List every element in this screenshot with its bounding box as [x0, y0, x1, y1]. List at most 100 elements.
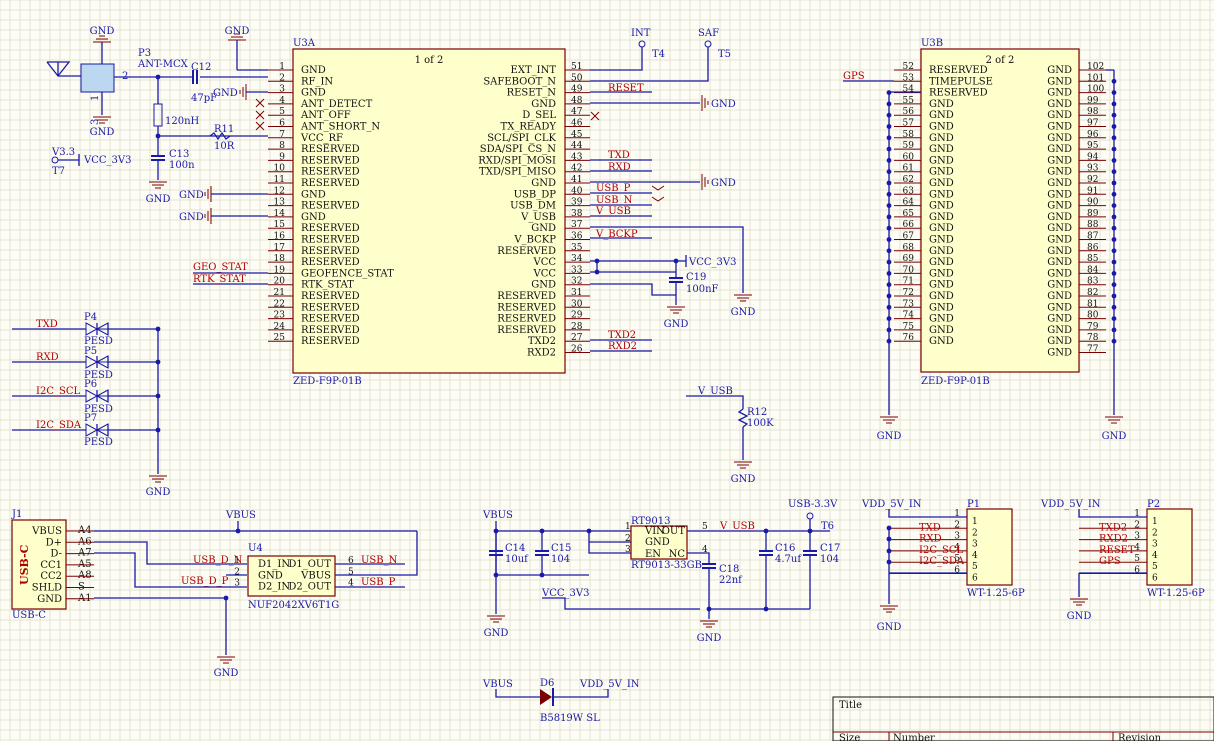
pin-number: 51	[571, 62, 582, 72]
gnd-label: GND	[179, 190, 204, 201]
pin-number: 30	[571, 299, 583, 309]
pin-number: 14	[274, 209, 286, 219]
p3-ref: P3	[138, 48, 151, 59]
pin-name: GND	[929, 336, 954, 347]
vcc3v3-label-1: VCC_3V3	[83, 155, 131, 166]
pin-name: RESERVED	[929, 65, 988, 76]
pin-number: 19	[274, 265, 286, 275]
junction	[763, 606, 769, 612]
pin-number: 75	[903, 322, 915, 332]
c14-value: 10uf	[505, 554, 529, 565]
pin-name: GND	[301, 65, 326, 76]
pin-name: ANT_SHORT_N	[300, 122, 380, 133]
gnd-label: GND	[179, 212, 204, 223]
pin-number: 31	[571, 288, 582, 298]
pin-number: 97	[1087, 119, 1099, 129]
pin-name: GND	[301, 189, 326, 200]
pin-name: SCL/SPI_CLK	[487, 133, 556, 144]
gnd-label: GND	[877, 431, 902, 442]
pin-name: GND	[929, 223, 954, 234]
t5-ref: T5	[718, 49, 731, 60]
pin-number: 83	[1087, 277, 1099, 287]
pin-name: RESERVED	[301, 201, 360, 212]
pin-name: VCC	[532, 268, 556, 279]
gnd-label: GND	[1102, 431, 1127, 442]
junction	[886, 548, 892, 554]
pin-number: 4	[279, 96, 285, 106]
pin-name: TIMEPULSE	[929, 76, 993, 87]
gnd-label: GND	[146, 194, 171, 205]
j1-ref: J1	[11, 509, 22, 520]
pin-number: 43	[571, 152, 583, 162]
pin-name: 1	[972, 517, 978, 527]
pin-name: RESERVED	[497, 246, 556, 257]
pin-name: RESERVED	[301, 235, 360, 246]
p6-ref: P6	[84, 379, 97, 390]
pin-name: EXT_INT	[511, 65, 557, 76]
u3a-symbol[interactable]: U3A ZED-F9P-01B 1 of 2 1 GND 2 RF_IN 3 GND 4 ANT_D…	[268, 38, 590, 387]
pin-name: GND	[1047, 291, 1072, 302]
p3-body	[80, 63, 115, 93]
pin-number: 80	[1087, 311, 1099, 321]
pin-name: GND	[929, 235, 954, 246]
vbus-label-1: VBUS	[225, 510, 256, 521]
gnd-label: GND	[146, 487, 171, 498]
pin-number: 82	[1087, 288, 1098, 298]
diode-icon	[96, 423, 109, 437]
pin-number: 9	[279, 152, 285, 162]
t4-ref: T4	[652, 49, 665, 60]
pin-name: GND	[645, 537, 670, 548]
pin-number: 46	[571, 119, 583, 129]
gnd-label: GND	[731, 474, 756, 485]
pin-number: 40	[571, 186, 583, 196]
pin-number: 20	[274, 277, 286, 287]
pin-name: GND	[929, 155, 954, 166]
gnd-label: GND	[484, 628, 509, 639]
pin-name: GND	[1047, 268, 1072, 279]
pin-number: 29	[571, 311, 583, 321]
pin-number: 81	[1087, 299, 1098, 309]
pin-number: 76	[903, 333, 915, 343]
c17-ref: C17	[820, 543, 840, 554]
pin-number: 69	[903, 254, 915, 264]
pin-name: RESERVED	[301, 223, 360, 234]
p2-ref: P2	[1147, 499, 1160, 510]
junction	[594, 258, 600, 264]
pin-name: 4	[1152, 551, 1158, 561]
net-label: TXD2	[1099, 522, 1127, 533]
txd-net: TXD	[608, 150, 630, 161]
pin-name: GND	[301, 88, 326, 99]
pin-number: 66	[903, 220, 915, 230]
p3-value: ANT-MCX	[137, 59, 189, 70]
pin-name: GND	[1047, 65, 1072, 76]
usb-33v-label: USB-3.3V	[788, 499, 838, 510]
pin-name: D2_OUT	[288, 582, 331, 593]
pin-name: GND	[929, 246, 954, 257]
pin-name: RXD2	[527, 348, 556, 359]
pin-name: V_BCKP	[513, 235, 556, 246]
pin-name: GND	[929, 291, 954, 302]
pin-number: 93	[1087, 164, 1099, 174]
vcc3v3-label-2: VCC_3V3	[688, 257, 736, 268]
rxd2-net: RXD2	[608, 341, 637, 352]
r11-value: 10R	[214, 141, 235, 152]
pin-number: 64	[903, 198, 915, 208]
gps-net: GPS	[843, 71, 865, 82]
c16-value: 4.7uf	[775, 554, 802, 565]
gnd-label: GND	[225, 26, 250, 37]
pin-name: RESERVED	[497, 314, 556, 325]
pin-number: 34	[571, 254, 583, 264]
diode-icon	[85, 355, 99, 369]
pin-name: V_USB	[520, 212, 556, 223]
pin-name: GND	[531, 99, 556, 110]
pin-number: 39	[571, 198, 583, 208]
gnd-label: GND	[214, 668, 239, 679]
pin-name: GND	[531, 178, 556, 189]
pin-name: ANT_DETECT	[300, 99, 373, 110]
l-value: 120nH	[165, 116, 200, 127]
net-label: GPS	[1099, 556, 1121, 567]
r12-value: 100K	[747, 418, 774, 429]
pin-name: EN	[645, 549, 661, 560]
pin-name: NC	[669, 549, 686, 560]
pin-number: 57	[903, 119, 915, 129]
